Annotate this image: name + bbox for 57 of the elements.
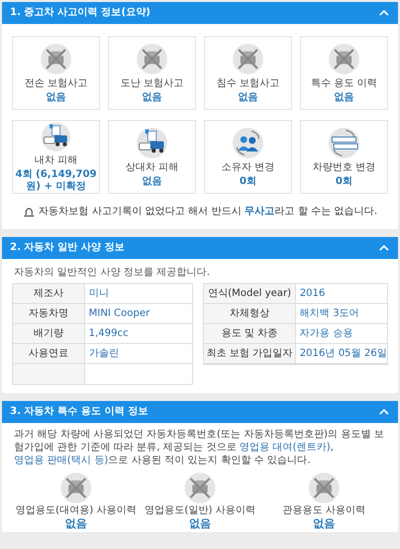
spec-value: 해치백 3도어 bbox=[298, 307, 360, 321]
card-value: 없음 bbox=[333, 92, 355, 104]
usage-value: 없음 bbox=[313, 517, 335, 530]
usage-value: 없음 bbox=[65, 517, 87, 530]
section-title: 2. 자동차 일반 사양 정보 bbox=[10, 243, 125, 253]
spec-value: 2016 bbox=[298, 287, 326, 301]
spec-label: 연식(Model year) bbox=[204, 284, 296, 303]
alarm-icon bbox=[22, 206, 35, 217]
spec-label: 제조사 bbox=[13, 284, 85, 303]
card-label: 도난 보험사고 bbox=[120, 78, 184, 90]
usage-link[interactable]: 영업용 판매(택시 등) bbox=[14, 455, 108, 466]
usage-label: 영업용도(대여용) 사용이력 bbox=[16, 505, 136, 517]
card-value: 없음 bbox=[141, 92, 163, 104]
card-value: 없음 bbox=[45, 92, 67, 104]
card-value: 4회 (6,149,709 원) + 미확정 bbox=[14, 169, 98, 193]
spec-label: 배기량 bbox=[13, 324, 85, 343]
spec-value: 2016년 05월 26일 bbox=[298, 347, 388, 361]
spec-label: 자동차명 bbox=[13, 304, 85, 323]
crossed-car-icon bbox=[327, 42, 361, 76]
card-label: 침수 보험사고 bbox=[216, 78, 280, 90]
section-title: 3. 자동차 특수 용도 이력 정보 bbox=[10, 407, 148, 417]
usage-label: 영업용도(일반) 사용이력 bbox=[144, 505, 256, 517]
crossed-car-icon bbox=[135, 42, 169, 76]
car-crash-icon bbox=[135, 126, 169, 160]
card-value: 없음 bbox=[141, 176, 163, 188]
crossed-car-icon bbox=[59, 471, 93, 505]
spec-label: 차체형상 bbox=[204, 304, 296, 323]
intro-text: 자동차의 일반적인 사양 정보를 제공합니다. bbox=[13, 266, 211, 280]
card-value: 없음 bbox=[237, 92, 259, 104]
usage-value: 없음 bbox=[189, 517, 211, 530]
card-label: 소유자 변경 bbox=[221, 162, 275, 174]
card-label: 전손 보험사고 bbox=[24, 78, 88, 90]
crossed-car-icon bbox=[39, 42, 73, 76]
spec-value: 자가용 승용 bbox=[298, 327, 354, 341]
usage-link[interactable]: 영업용 대여(렌트카) bbox=[239, 442, 330, 453]
description-text: 과거 해당 차량에 사용되었던 자동차등록번호(또는 자동차등록번호판)의 용도별 보험가입에 관한 기준에 따라 분류, 제공되는 것으로 영업용 대여(렌트카), 영업용 판매(택시 등)으로 사용된 적이 있는지 확인할 수 있습니다. bbox=[13, 428, 386, 467]
spec-value: 1,499cc bbox=[88, 327, 130, 341]
spec-label: 최초 보험 가입일자 bbox=[204, 344, 296, 363]
usage-label: 관용용도 사용이력 bbox=[282, 505, 366, 517]
spec-label: 사용연료 bbox=[13, 344, 85, 363]
spec-value: MINI Cooper bbox=[88, 307, 151, 321]
people-icon bbox=[231, 126, 265, 160]
card-label: 특수 용도 이력 bbox=[310, 78, 378, 90]
notice-text: 자동차보험 사고기록이 없었다고 해서 반드시 무사고라고 할 수는 없습니다. bbox=[38, 205, 378, 219]
crossed-car-icon bbox=[183, 471, 217, 505]
card-label: 상대차 피해 bbox=[125, 162, 179, 174]
card-label: 내차 피해 bbox=[34, 155, 78, 167]
license-plate-icon bbox=[327, 126, 361, 160]
card-value: 0회 bbox=[334, 176, 354, 188]
spec-value: 미니 bbox=[88, 287, 110, 301]
spec-label: 용도 및 차종 bbox=[204, 324, 296, 343]
crossed-car-icon bbox=[307, 471, 341, 505]
spec-value: 가솔린 bbox=[88, 347, 120, 361]
card-label: 차량번호 변경 bbox=[312, 162, 376, 174]
crossed-car-icon bbox=[231, 42, 265, 76]
card-value: 0회 bbox=[238, 176, 258, 188]
section-title: 1. 중고차 사고이력 정보(요약) bbox=[10, 8, 150, 18]
